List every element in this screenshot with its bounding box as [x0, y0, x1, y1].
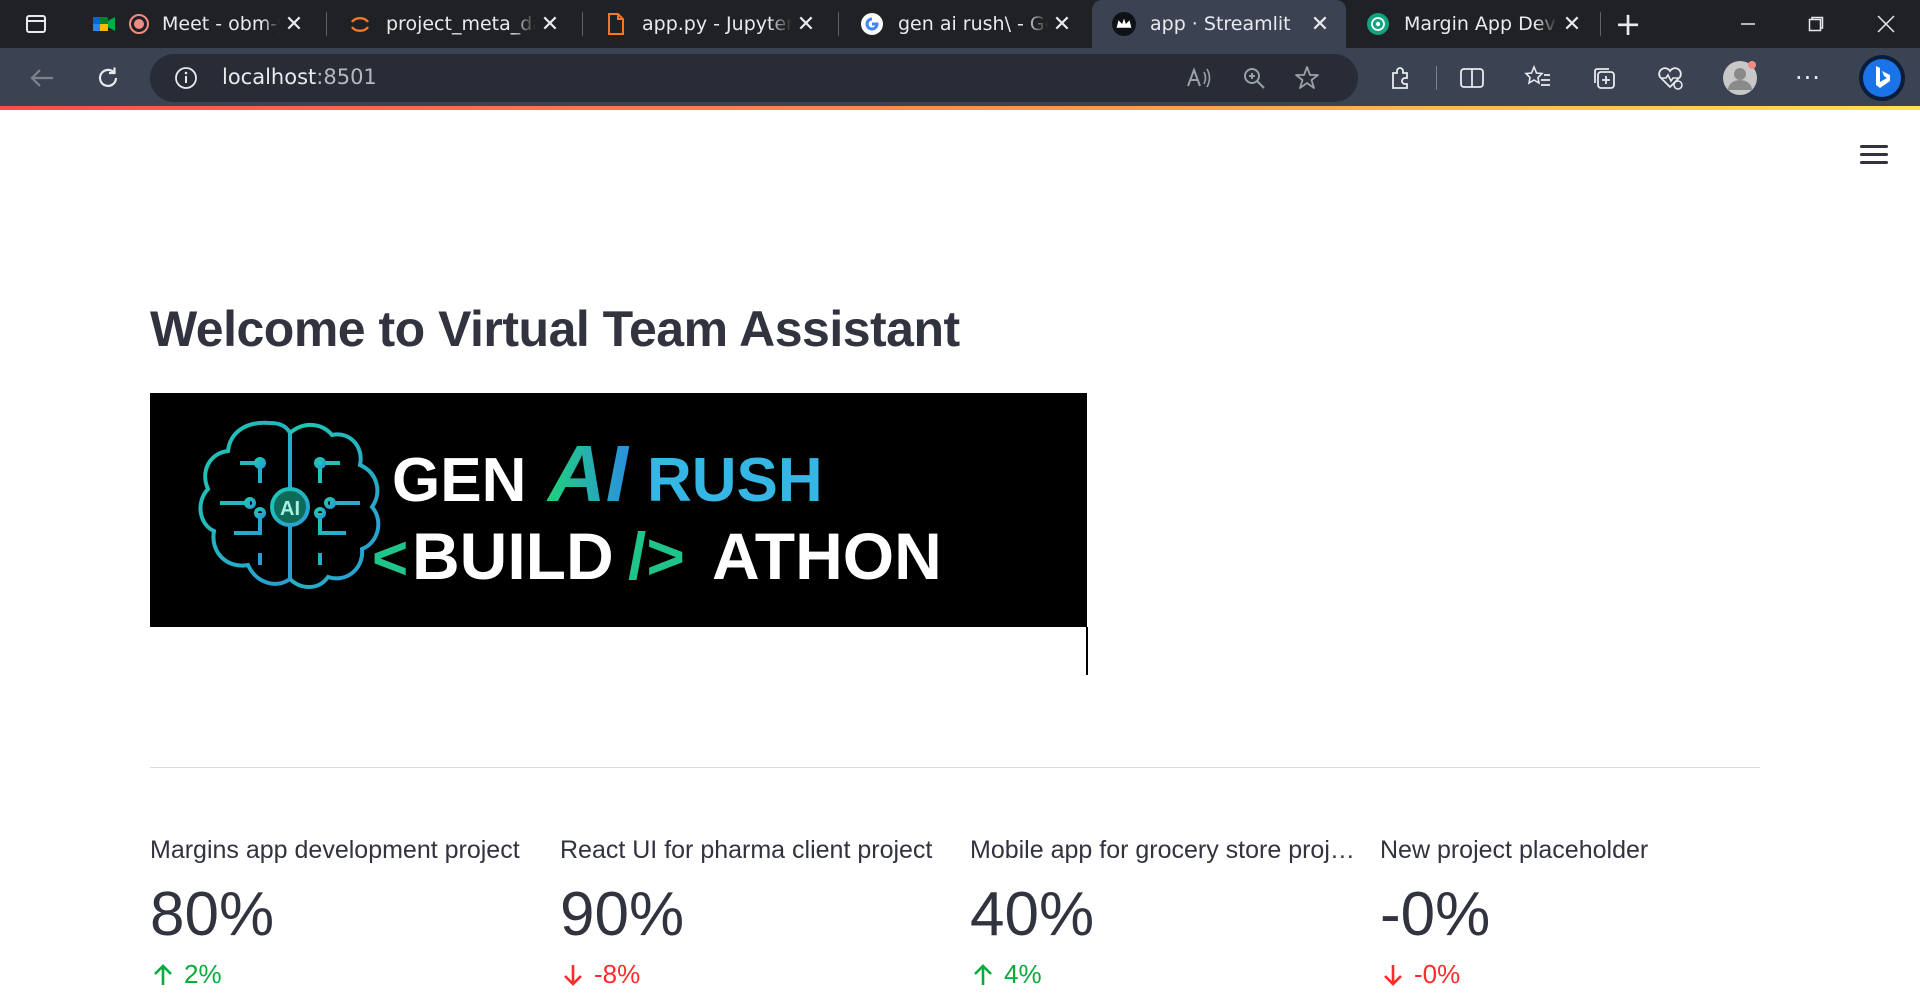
- favorite-star-icon[interactable]: [1294, 65, 1320, 95]
- banner-rush-text: RUSH: [647, 446, 823, 515]
- tab-google[interactable]: gen ai rush\ - Goog ✕: [840, 0, 1088, 48]
- image-frame-edge: [1086, 627, 1088, 675]
- metric-card: React UI for pharma client project 90% -…: [560, 836, 960, 990]
- jupyter-icon: [348, 12, 372, 36]
- metric-card: New project placeholder -0% -0%: [1380, 836, 1780, 990]
- close-icon[interactable]: ✕: [1558, 10, 1586, 38]
- minimize-button[interactable]: [1714, 0, 1782, 48]
- tab-title: Meet - obm-yd: [162, 13, 280, 35]
- restore-button[interactable]: [1782, 0, 1850, 48]
- zoom-icon[interactable]: [1242, 66, 1266, 94]
- profile-avatar[interactable]: [1718, 56, 1762, 100]
- tab-title: gen ai rush\ - Goog: [898, 13, 1048, 35]
- extensions-icon[interactable]: [1380, 58, 1420, 98]
- close-window-button[interactable]: [1852, 0, 1920, 48]
- file-icon: [604, 12, 628, 36]
- main-menu-button[interactable]: [1858, 140, 1890, 172]
- arrow-up-icon: [974, 963, 992, 985]
- new-tab-button[interactable]: +: [1608, 4, 1648, 44]
- url-host: localhost: [222, 65, 317, 89]
- metric-delta: 2%: [150, 959, 550, 990]
- metric-delta-value: 4%: [1004, 959, 1042, 989]
- close-icon[interactable]: ✕: [280, 10, 308, 38]
- url-port: :8501: [316, 65, 377, 89]
- recording-icon: [128, 12, 150, 36]
- refresh-button[interactable]: [88, 58, 128, 98]
- metric-delta-value: 2%: [184, 959, 222, 989]
- tab-streamlit[interactable]: app · Streamlit ✕: [1092, 0, 1346, 48]
- page-decoration-bar: [0, 106, 1920, 110]
- banner-athon-text: ATHON: [712, 519, 942, 593]
- divider: [150, 767, 1760, 768]
- tab-meet[interactable]: Meet - obm-yd ✕: [72, 0, 320, 48]
- chatgpt-icon: [1366, 12, 1390, 36]
- metric-value: -0%: [1380, 880, 1491, 949]
- banner-build-text: BUILD: [412, 519, 614, 593]
- browser-essentials-icon[interactable]: [1650, 58, 1690, 98]
- metric-label: New project placeholder: [1380, 836, 1649, 864]
- banner-gen-text: GEN: [392, 446, 526, 515]
- metric-card: Mobile app for grocery store project 40%…: [970, 836, 1356, 990]
- streamlit-icon: [1112, 12, 1136, 36]
- hackathon-banner-image: AI GEN AI RUSH < BUILD /> ATHON: [150, 393, 1087, 627]
- browser-toolbar: localhost:8501 ···: [0, 48, 1920, 108]
- metric-card: Margins app development project 80% 2%: [150, 836, 550, 990]
- google-icon: [860, 12, 884, 36]
- url-text: localhost:8501: [222, 65, 377, 89]
- page-title: Welcome to Virtual Team Assistant: [150, 301, 960, 357]
- banner-ai-text: AI: [546, 429, 630, 518]
- back-button[interactable]: [22, 58, 62, 98]
- close-icon[interactable]: ✕: [1048, 10, 1076, 38]
- google-meet-icon: [92, 12, 116, 36]
- tab-jupyter[interactable]: project_meta_data/ ✕: [328, 0, 576, 48]
- more-options-icon[interactable]: ···: [1788, 58, 1828, 98]
- metric-delta: 4%: [970, 959, 1356, 990]
- tab-app-py[interactable]: app.py - Jupyter Tex ✕: [584, 0, 832, 48]
- tab-title: app.py - Jupyter Tex: [642, 13, 792, 35]
- brain-badge-text: AI: [280, 498, 300, 520]
- metric-delta-value: -8%: [594, 959, 641, 989]
- address-bar[interactable]: localhost:8501: [150, 54, 1358, 102]
- metric-label: React UI for pharma client project: [560, 836, 933, 864]
- banner-lt-text: <: [372, 524, 408, 593]
- banner-slash-text: />: [628, 519, 685, 593]
- metric-value: 90%: [560, 880, 685, 949]
- metric-delta: -8%: [560, 959, 960, 990]
- metric-value: 80%: [150, 880, 275, 949]
- browser-tab-bar: Meet - obm-yd ✕ project_meta_data/ ✕ app…: [0, 0, 1920, 48]
- tab-title: app · Streamlit: [1150, 13, 1291, 35]
- metric-value: 40%: [970, 880, 1095, 949]
- metric-delta-value: -0%: [1414, 959, 1461, 989]
- site-info-icon[interactable]: [174, 66, 198, 94]
- tab-chatgpt[interactable]: Margin App Dev Pro ✕: [1346, 0, 1598, 48]
- collections-icon[interactable]: [1584, 58, 1624, 98]
- arrow-up-icon: [154, 963, 172, 985]
- arrow-down-icon: [1384, 964, 1402, 986]
- tab-actions-icon[interactable]: [16, 4, 56, 44]
- metric-label: Mobile app for grocery store project: [970, 836, 1356, 864]
- arrow-down-icon: [564, 964, 582, 986]
- split-screen-icon[interactable]: [1452, 58, 1492, 98]
- favorites-icon[interactable]: [1518, 58, 1558, 98]
- close-icon[interactable]: ✕: [536, 10, 564, 38]
- tab-title: Margin App Dev Pro: [1404, 13, 1558, 35]
- metric-label: Margins app development project: [150, 836, 520, 864]
- bing-copilot-icon[interactable]: [1856, 52, 1908, 104]
- tab-title: project_meta_data/: [386, 13, 536, 35]
- close-icon[interactable]: ✕: [1306, 10, 1334, 38]
- read-aloud-icon[interactable]: [1186, 66, 1212, 94]
- metric-delta: -0%: [1380, 959, 1780, 990]
- close-icon[interactable]: ✕: [792, 10, 820, 38]
